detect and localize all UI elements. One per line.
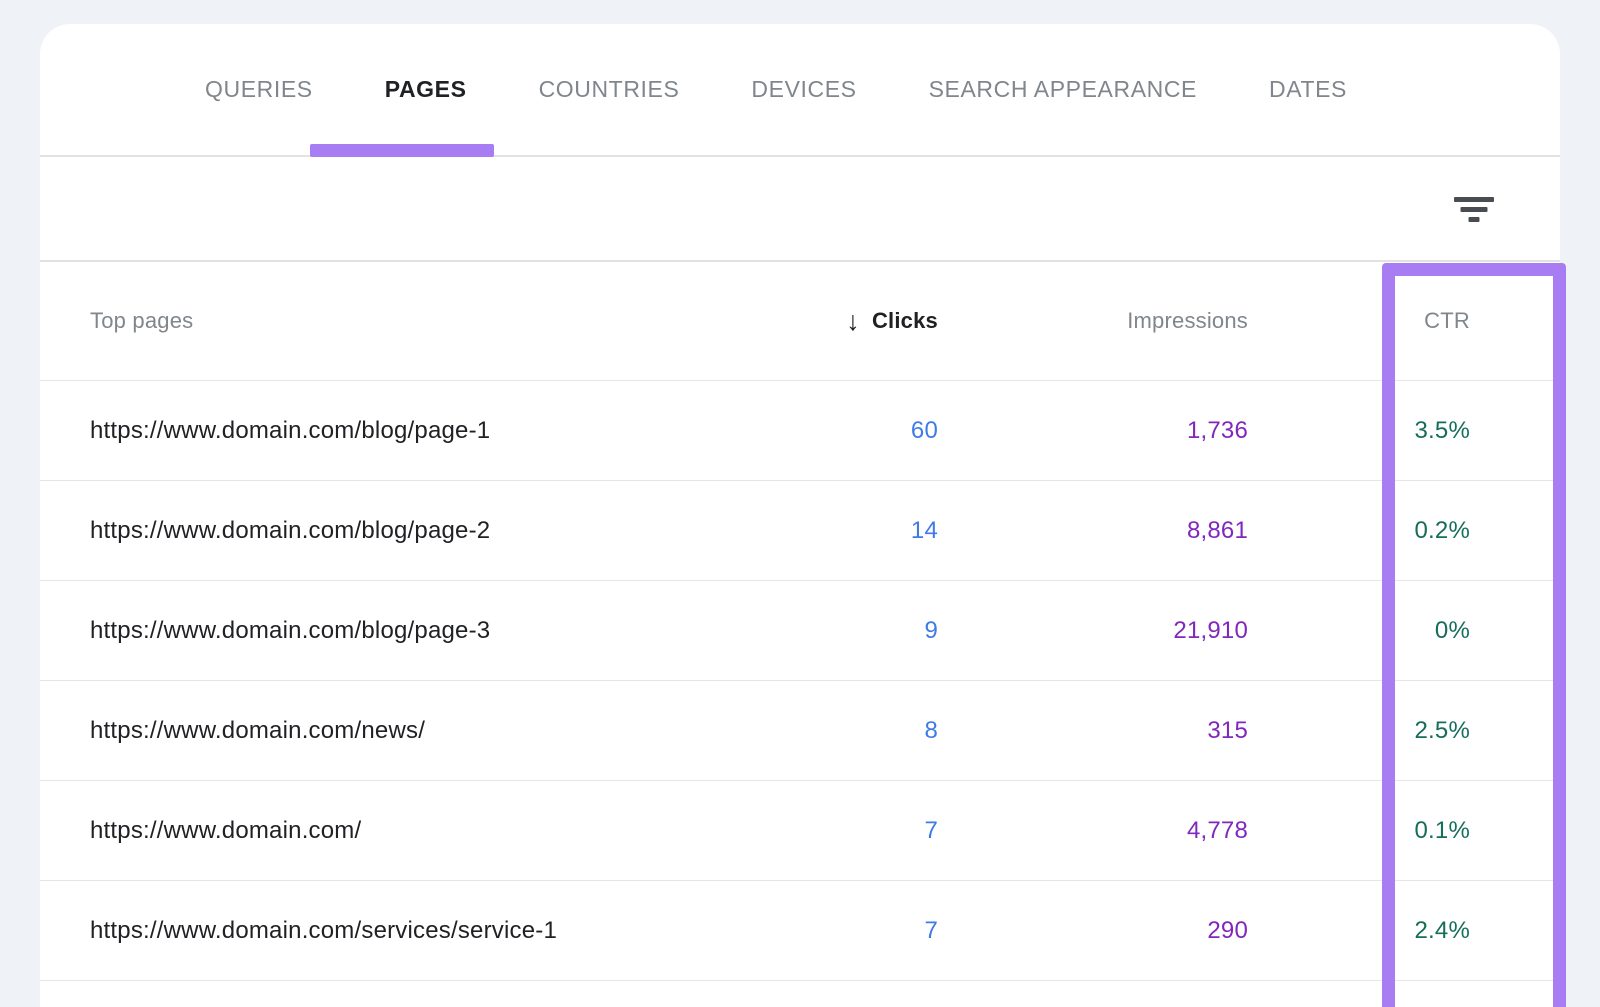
impressions-value: 21,910 [938,617,1248,645]
table-row-partial [40,981,1560,1007]
column-header-impressions[interactable]: Impressions [938,308,1248,334]
ctr-value: 0% [1248,617,1470,645]
tab-dates[interactable]: DATES [1269,76,1347,103]
page-url[interactable]: https://www.domain.com/ [90,817,740,845]
dimension-tabs: QUERIES PAGES COUNTRIES DEVICES SEARCH A… [40,24,1560,157]
ctr-value: 0.1% [1248,817,1470,845]
clicks-value: 7 [740,917,938,945]
page-url[interactable]: https://www.domain.com/services/service-… [90,917,740,945]
column-header-ctr[interactable]: CTR [1248,308,1470,334]
impressions-value: 315 [938,717,1248,745]
ctr-value: 3.5% [1248,417,1470,445]
table-header-row: Top pages ↓ Clicks Impressions CTR [40,260,1560,381]
page-url[interactable]: https://www.domain.com/blog/page-3 [90,617,740,645]
filter-list-icon [1454,195,1494,223]
table-row[interactable]: https://www.domain.com/blog/page-2 14 8,… [40,481,1560,581]
table-row[interactable]: https://www.domain.com/blog/page-3 9 21,… [40,581,1560,681]
tab-countries[interactable]: COUNTRIES [539,76,680,103]
filter-button[interactable] [1450,185,1498,233]
impressions-value: 4,778 [938,817,1248,845]
clicks-value: 7 [740,817,938,845]
table-toolbar [40,157,1560,260]
tab-queries[interactable]: QUERIES [205,76,313,103]
page-url[interactable]: https://www.domain.com/blog/page-2 [90,517,740,545]
clicks-value: 60 [740,417,938,445]
clicks-value: 9 [740,617,938,645]
column-header-clicks-label: Clicks [872,308,938,334]
page-url[interactable]: https://www.domain.com/blog/page-1 [90,417,740,445]
table-row[interactable]: https://www.domain.com/news/ 8 315 2.5% [40,681,1560,781]
active-tab-indicator [310,144,494,157]
table-row[interactable]: https://www.domain.com/blog/page-1 60 1,… [40,381,1560,481]
column-header-top-pages[interactable]: Top pages [90,308,740,334]
ctr-value: 0.2% [1248,517,1470,545]
tab-pages[interactable]: PAGES [385,76,467,103]
tab-search-appearance[interactable]: SEARCH APPEARANCE [929,76,1197,103]
tab-devices[interactable]: DEVICES [751,76,856,103]
performance-report-card: QUERIES PAGES COUNTRIES DEVICES SEARCH A… [40,24,1560,1007]
column-header-clicks[interactable]: ↓ Clicks [740,308,938,335]
page-url[interactable]: https://www.domain.com/news/ [90,717,740,745]
impressions-value: 8,861 [938,517,1248,545]
impressions-value: 1,736 [938,417,1248,445]
impressions-value: 290 [938,917,1248,945]
table-row[interactable]: https://www.domain.com/ 7 4,778 0.1% [40,781,1560,881]
clicks-value: 8 [740,717,938,745]
ctr-value: 2.5% [1248,717,1470,745]
ctr-value: 2.4% [1248,917,1470,945]
table-row[interactable]: https://www.domain.com/services/service-… [40,881,1560,981]
sort-descending-arrow-icon: ↓ [846,308,860,335]
clicks-value: 14 [740,517,938,545]
